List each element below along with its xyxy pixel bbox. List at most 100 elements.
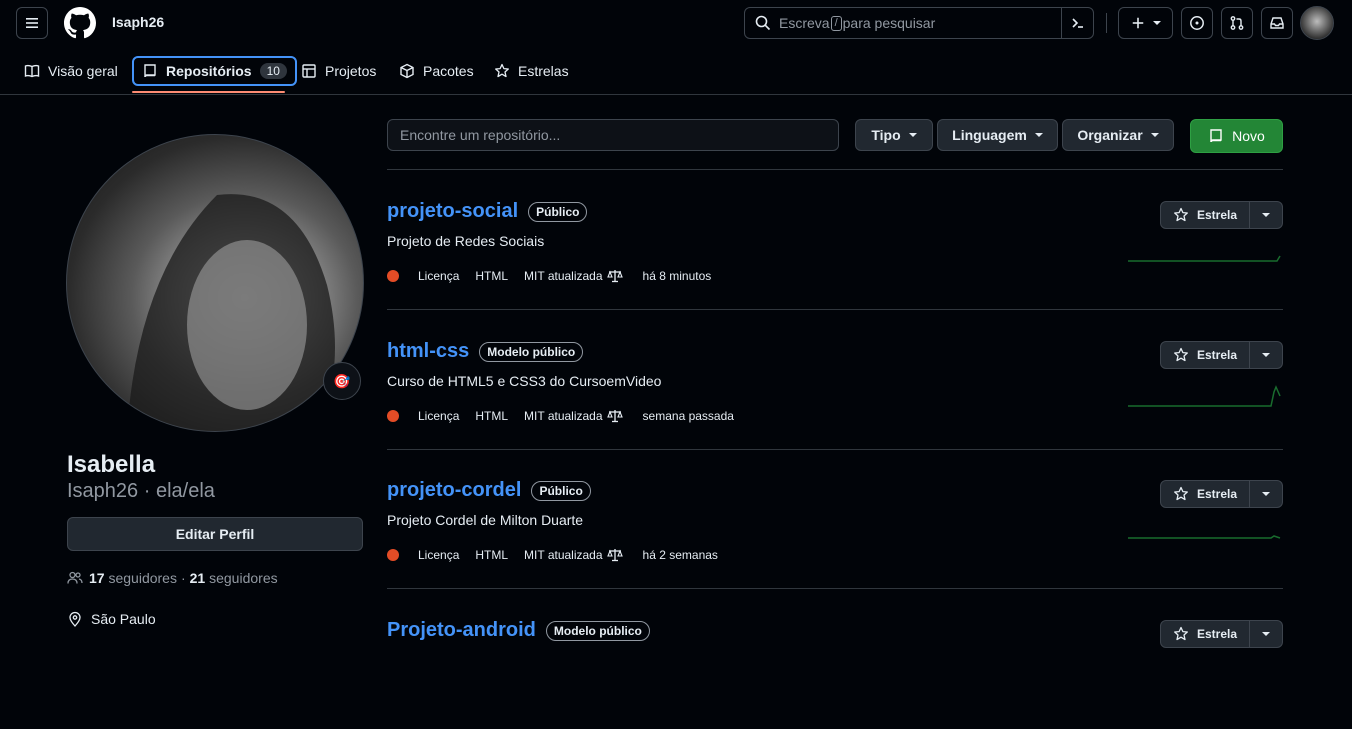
chevron-down-icon [1262, 213, 1270, 217]
tab-projects[interactable]: Projetos [293, 56, 384, 86]
plus-icon [1132, 17, 1143, 29]
chevron-down-icon [1262, 353, 1270, 357]
language-label: HTML [475, 548, 509, 562]
hamburger-icon [26, 18, 38, 28]
repo-item: html-css Modelo público Curso de HTML5 e… [387, 310, 1283, 450]
inbox-button[interactable] [1261, 7, 1293, 39]
star-button[interactable]: Estrela [1160, 201, 1250, 229]
people-icon [67, 571, 83, 584]
avatar-photo [127, 194, 335, 431]
language-color-dot [387, 270, 399, 282]
sort-label: Organizar [1077, 127, 1143, 143]
repo-name-link[interactable]: Projeto-android [387, 619, 536, 642]
search-placeholder-end: para pesquisar [842, 15, 936, 31]
top-header: Isaph26 Escreva / para pesquisar Visão g… [0, 0, 1352, 95]
user-avatar-button[interactable] [1300, 6, 1334, 40]
repo-icon [144, 64, 156, 78]
target-icon: 🎯 [333, 372, 351, 389]
chevron-down-icon [1152, 21, 1161, 25]
issues-button[interactable] [1181, 7, 1213, 39]
repo-meta: Licença HTML MIT atualizada semana passa… [387, 409, 750, 423]
repo-description: Projeto Cordel de Milton Duarte [387, 512, 584, 528]
star-list-dropdown[interactable] [1250, 201, 1283, 229]
profile-fullname: Isabella [67, 451, 156, 478]
status-emoji-button[interactable]: 🎯 [323, 362, 361, 400]
star-button[interactable]: Estrela [1160, 341, 1250, 369]
issue-icon [1190, 16, 1204, 30]
repo-title-row: html-css Modelo público [387, 340, 584, 363]
repo-name-link[interactable]: projeto-social [387, 200, 518, 223]
visibility-badge: Modelo público [545, 620, 650, 641]
star-label: Estrela [1196, 208, 1238, 222]
edit-profile-button[interactable]: Editar Perfil [67, 517, 363, 551]
star-list-dropdown[interactable] [1250, 620, 1283, 648]
package-icon [400, 63, 414, 79]
type-filter-dropdown[interactable]: Tipo [855, 119, 933, 151]
repo-name-link[interactable]: html-css [387, 340, 469, 363]
star-list-dropdown[interactable] [1250, 480, 1283, 508]
tab-stars[interactable]: Estrelas [486, 56, 577, 86]
header-divider [1106, 13, 1107, 33]
star-button[interactable]: Estrela [1160, 480, 1250, 508]
language-filter-dropdown[interactable]: Linguagem [937, 119, 1058, 151]
search-input[interactable]: Escreva / para pesquisar [744, 7, 1094, 39]
repo-description: Curso de HTML5 e CSS3 do CursoemVideo [387, 373, 662, 389]
followers-label: seguidores [108, 570, 177, 586]
tab-overview[interactable]: Visão geral [16, 56, 126, 86]
pull-requests-button[interactable] [1221, 7, 1253, 39]
tab-packages-label: Pacotes [423, 63, 474, 79]
repo-meta: Licença HTML MIT atualizada há 2 semanas [387, 548, 734, 562]
create-new-button[interactable] [1118, 7, 1173, 39]
followers-link[interactable]: 17 seguidores [89, 570, 177, 586]
type-filter-label: Tipo [871, 127, 901, 143]
star-icon [495, 63, 509, 78]
profile-login-pronouns: Isaph26 · ela/ela [67, 480, 215, 502]
profile-avatar[interactable] [66, 134, 364, 432]
language-color-dot [387, 410, 399, 422]
book-icon [24, 64, 40, 78]
table-icon [302, 64, 316, 78]
following-count: 21 [189, 570, 206, 586]
tab-repositories-label: Repositórios [166, 63, 252, 79]
activity-sparkline [1128, 385, 1281, 407]
sort-dropdown[interactable]: Organizar [1062, 119, 1174, 151]
language-label: HTML [475, 269, 509, 283]
search-shortcut-key: / [830, 15, 842, 31]
language-label: HTML [475, 409, 509, 423]
search-placeholder-start: Escreva [779, 15, 830, 31]
activity-sparkline [1128, 255, 1281, 262]
star-label: Estrela [1196, 627, 1238, 641]
followers-separator: · [180, 570, 186, 586]
menu-button[interactable] [16, 7, 48, 39]
star-icon [1174, 347, 1188, 362]
repo-title-row: projeto-social Público [387, 200, 588, 223]
tab-overview-label: Visão geral [48, 63, 118, 79]
following-link[interactable]: 21 seguidores [190, 570, 278, 586]
profile-more-info-clipped [67, 634, 277, 640]
relative-time: semana passada [642, 409, 734, 423]
followers-info: 17 seguidores · 21 seguidores [67, 570, 278, 586]
context-username[interactable]: Isaph26 [112, 14, 164, 30]
star-list-dropdown[interactable] [1250, 341, 1283, 369]
pull-request-icon [1230, 16, 1244, 30]
followers-count: 17 [89, 570, 105, 586]
tab-packages[interactable]: Pacotes [391, 56, 482, 86]
relative-time: há 8 minutos [642, 269, 712, 283]
command-palette-button[interactable] [1061, 8, 1093, 38]
star-button[interactable]: Estrela [1160, 620, 1250, 648]
repo-name-link[interactable]: projeto-cordel [387, 479, 521, 502]
visibility-badge: Público [528, 201, 588, 222]
visibility-badge: Público [531, 480, 591, 501]
repo-icon [1210, 129, 1222, 143]
star-button-group: Estrela [1160, 620, 1283, 648]
new-repository-button[interactable]: Novo [1190, 119, 1283, 153]
repository-filter-input[interactable]: Encontre um repositório... [387, 119, 839, 151]
chevron-down-icon [1262, 492, 1270, 496]
law-icon [606, 410, 623, 423]
star-button-group: Estrela [1160, 480, 1283, 508]
repositories-count: 10 [259, 63, 287, 79]
github-logo-icon[interactable] [64, 7, 96, 39]
repo-item: projeto-social Público Projeto de Redes … [387, 170, 1283, 310]
updated-label: MIT atualizada [524, 409, 603, 423]
tab-repositories[interactable]: Repositórios 10 [132, 56, 297, 86]
